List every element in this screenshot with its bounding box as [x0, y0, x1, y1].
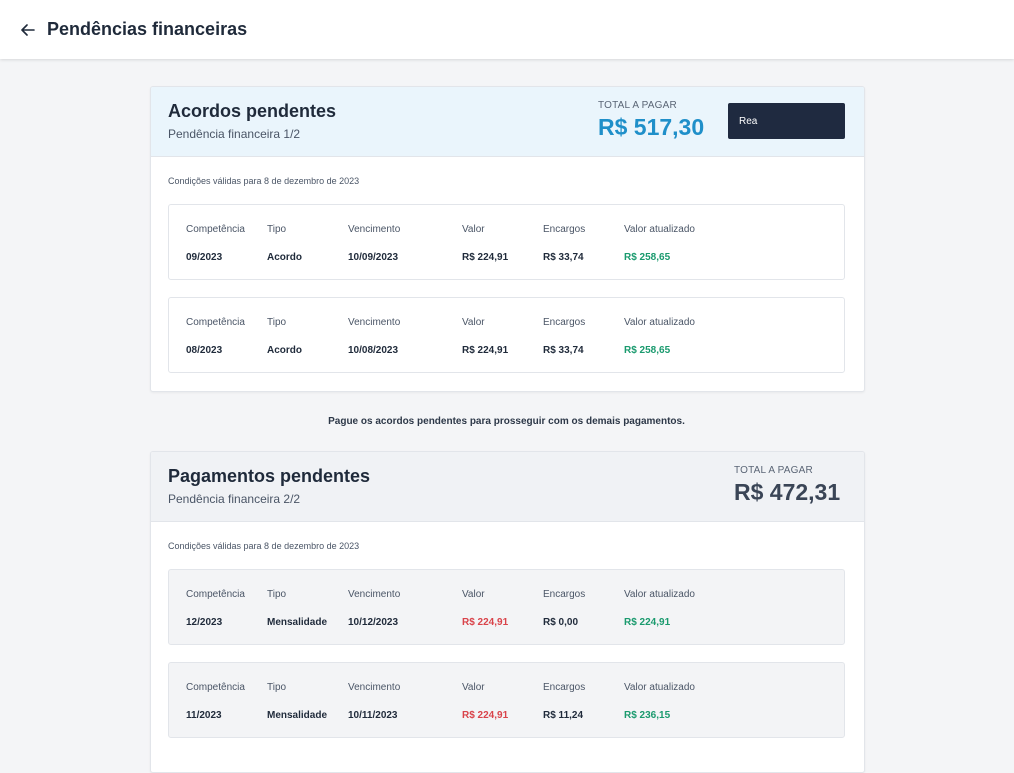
label-valor: Valor	[462, 224, 485, 235]
value-encargos: R$ 11,24	[543, 710, 584, 721]
value-tipo: Mensalidade	[267, 617, 328, 628]
label-tipo: Tipo	[267, 317, 287, 328]
value-valor-atualizado: R$ 258,65	[624, 345, 671, 356]
col-competencia: Competência 12/2023	[186, 589, 245, 628]
label-competencia: Competência	[186, 317, 245, 328]
col-valor-atualizado: Valor atualizado R$ 258,65	[624, 224, 695, 263]
label-competencia: Competência	[186, 589, 245, 600]
agreements-card: Acordos pendentes Pendência financeira 1…	[150, 86, 865, 392]
agreement-item: Competência 09/2023 Tipo Acordo Vencimen…	[168, 204, 845, 280]
col-encargos: Encargos R$ 33,74	[543, 317, 585, 356]
col-valor-atualizado: Valor atualizado R$ 236,15	[624, 682, 695, 721]
value-tipo: Acordo	[267, 345, 302, 356]
payments-title: Pagamentos pendentes	[168, 466, 371, 486]
col-valor: Valor R$ 224,91	[462, 317, 508, 356]
value-tipo: Acordo	[267, 252, 302, 263]
payment-item: Competência 11/2023 Tipo Mensalidade Ven…	[168, 662, 845, 738]
col-tipo: Tipo Mensalidade	[267, 682, 327, 721]
label-valor-atualizado: Valor atualizado	[624, 589, 695, 600]
value-competencia: 12/2023	[186, 617, 223, 628]
col-competencia: Competência 09/2023	[186, 224, 245, 263]
label-tipo: Tipo	[267, 224, 287, 235]
label-vencimento: Vencimento	[348, 682, 401, 693]
label-encargos: Encargos	[543, 317, 586, 328]
col-valor-atualizado: Valor atualizado R$ 258,65	[624, 317, 695, 356]
col-vencimento: Vencimento 10/08/2023	[348, 317, 400, 356]
payments-card-header: Pagamentos pendentes Pendência financeir…	[151, 452, 864, 522]
label-valor: Valor	[462, 589, 485, 600]
col-competencia: Competência 11/2023	[186, 682, 245, 721]
label-valor-atualizado: Valor atualizado	[624, 317, 695, 328]
label-valor-atualizado: Valor atualizado	[624, 224, 695, 235]
pay-agreements-button[interactable]: Rea	[728, 103, 845, 139]
value-competencia: 09/2023	[186, 252, 223, 263]
col-encargos: Encargos R$ 0,00	[543, 589, 585, 628]
col-encargos: Encargos R$ 11,24	[543, 682, 585, 721]
value-valor: R$ 224,91	[462, 710, 509, 721]
label-valor: Valor	[462, 682, 485, 693]
label-competencia: Competência	[186, 682, 245, 693]
total-label: TOTAL A PAGAR	[598, 100, 677, 111]
value-valor: R$ 224,91	[462, 345, 509, 356]
agreements-subtitle: Pendência financeira 1/2	[168, 127, 301, 141]
value-valor-atualizado: R$ 224,91	[624, 617, 671, 628]
value-valor: R$ 224,91	[462, 617, 509, 628]
total-value: R$ 472,31	[734, 479, 841, 505]
col-vencimento: Vencimento 10/09/2023	[348, 224, 400, 263]
label-tipo: Tipo	[267, 682, 287, 693]
top-bar: Pendências financeiras	[0, 0, 1014, 59]
payments-total: TOTAL A PAGAR R$ 472,31	[734, 465, 840, 506]
value-encargos: R$ 33,74	[543, 345, 584, 356]
col-vencimento: Vencimento 10/12/2023	[348, 589, 400, 628]
label-encargos: Encargos	[543, 589, 586, 600]
payments-subtitle: Pendência financeira 2/2	[168, 492, 301, 506]
value-valor: R$ 224,91	[462, 252, 509, 263]
col-tipo: Tipo Acordo	[267, 317, 302, 356]
col-tipo: Tipo Acordo	[267, 224, 302, 263]
value-encargos: R$ 33,74	[543, 252, 584, 263]
label-encargos: Encargos	[543, 224, 586, 235]
value-tipo: Mensalidade	[267, 710, 328, 721]
value-competencia: 11/2023	[186, 710, 222, 721]
arrow-left-icon[interactable]	[19, 21, 37, 39]
conditions-text: Condições válidas para 8 de dezembro de …	[168, 176, 360, 186]
label-tipo: Tipo	[267, 589, 287, 600]
notice-text: Pague os acordos pendentes para prossegu…	[328, 416, 685, 427]
col-valor: Valor R$ 224,91	[462, 682, 508, 721]
label-vencimento: Vencimento	[348, 589, 401, 600]
label-vencimento: Vencimento	[348, 224, 401, 235]
col-valor: Valor R$ 224,91	[462, 589, 508, 628]
col-valor-atualizado: Valor atualizado R$ 224,91	[624, 589, 695, 628]
value-vencimento: 10/09/2023	[348, 252, 399, 263]
col-valor: Valor R$ 224,91	[462, 224, 508, 263]
value-valor-atualizado: R$ 236,15	[624, 710, 671, 721]
total-label: TOTAL A PAGAR	[734, 465, 813, 476]
col-tipo: Tipo Mensalidade	[267, 589, 327, 628]
total-value: R$ 517,30	[598, 114, 705, 140]
value-vencimento: 10/12/2023	[348, 617, 399, 628]
col-encargos: Encargos R$ 33,74	[543, 224, 585, 263]
label-vencimento: Vencimento	[348, 317, 401, 328]
agreements-card-header: Acordos pendentes Pendência financeira 1…	[151, 87, 864, 157]
page-title: Pendências financeiras	[47, 19, 248, 39]
agreement-item: Competência 08/2023 Tipo Acordo Vencimen…	[168, 297, 845, 373]
agreements-title: Acordos pendentes	[168, 101, 337, 121]
label-valor: Valor	[462, 317, 485, 328]
value-competencia: 08/2023	[186, 345, 223, 356]
conditions-text: Condições válidas para 8 de dezembro de …	[168, 541, 360, 551]
col-vencimento: Vencimento 10/11/2023	[348, 682, 400, 721]
col-competencia: Competência 08/2023	[186, 317, 245, 356]
label-competencia: Competência	[186, 224, 245, 235]
payments-card: Pagamentos pendentes Pendência financeir…	[150, 451, 865, 773]
value-valor-atualizado: R$ 258,65	[624, 252, 671, 263]
label-encargos: Encargos	[543, 682, 586, 693]
label-valor-atualizado: Valor atualizado	[624, 682, 695, 693]
agreements-total: TOTAL A PAGAR R$ 517,30	[598, 100, 704, 141]
value-vencimento: 10/08/2023	[348, 345, 399, 356]
value-vencimento: 10/11/2023	[348, 710, 398, 721]
value-encargos: R$ 0,00	[543, 617, 579, 628]
payment-item: Competência 12/2023 Tipo Mensalidade Ven…	[168, 569, 845, 645]
